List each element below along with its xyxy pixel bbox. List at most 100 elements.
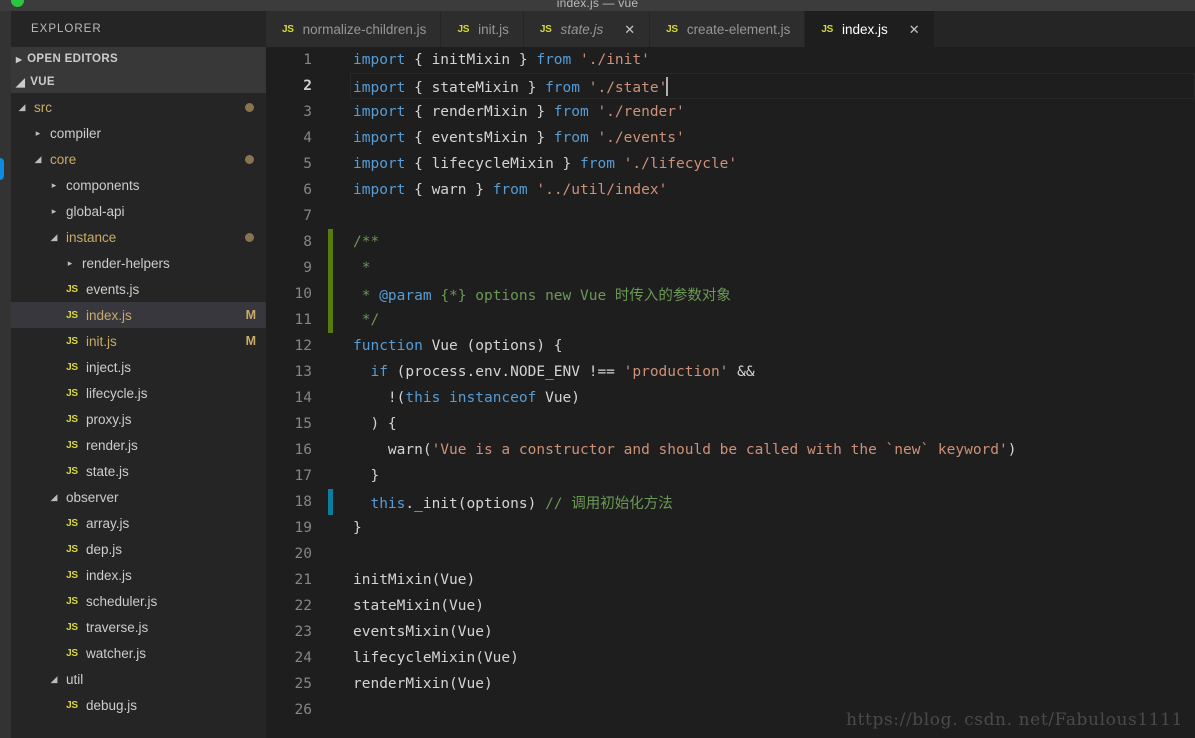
tree-item-array-js[interactable]: JS array.js — [11, 510, 266, 536]
tree-item-index-js[interactable]: JS index.js M — [11, 302, 266, 328]
editor-tab-index-js[interactable]: JS index.js ✕ — [805, 11, 935, 47]
section-label: VUE — [30, 75, 55, 88]
js-file-icon: JS — [66, 335, 78, 347]
close-icon[interactable]: ✕ — [909, 23, 920, 36]
code-line[interactable]: 18 this._init(options) // 调用初始化方法 — [266, 489, 1195, 515]
js-file-icon: JS — [66, 309, 78, 321]
js-file-icon: JS — [66, 543, 78, 555]
code-line[interactable]: 11 */ — [266, 307, 1195, 333]
tree-item-label: render.js — [86, 437, 138, 453]
editor-tab-create-element-js[interactable]: JS create-element.js — [650, 11, 806, 47]
tree-item-core[interactable]: ◢ core — [11, 146, 266, 172]
section-label: OPEN EDITORS — [27, 52, 119, 65]
tree-item-label: index.js — [86, 307, 132, 323]
chevron-right-icon: ▸ — [67, 257, 73, 268]
line-number: 9 — [303, 260, 312, 276]
editor-tab-init-js[interactable]: JS init.js — [441, 11, 524, 47]
code-line[interactable]: 1 import { initMixin } from './init' — [266, 47, 1195, 73]
code-line[interactable]: 19} — [266, 515, 1195, 541]
git-status-badge: M — [245, 308, 256, 322]
tree-item-label: init.js — [86, 333, 117, 349]
tree-item-label: watcher.js — [86, 645, 147, 661]
code-text: initMixin(Vue) — [353, 572, 476, 588]
code-editor[interactable]: 1 import { initMixin } from './init' 2 impo… — [266, 47, 1195, 738]
tree-item-label: core — [50, 151, 77, 167]
tree-item-state-js[interactable]: JS state.js — [11, 458, 266, 484]
code-line[interactable]: 12 function Vue (options) { — [266, 333, 1195, 359]
tree-item-label: dep.js — [86, 541, 123, 557]
tree-item-label: lifecycle.js — [86, 385, 148, 401]
tree-item-global-api[interactable]: ▸ global-api — [11, 198, 266, 224]
code-line[interactable]: 2 import { stateMixin } from './state' — [266, 73, 1195, 99]
js-file-icon: JS — [66, 283, 78, 295]
tree-item-label: render-helpers — [82, 255, 170, 271]
tree-item-util[interactable]: ◢ util — [11, 666, 266, 692]
file-tree: ◢ src ▸ compiler ◢ core ▸ components ▸ global-api… — [11, 93, 266, 738]
code-line[interactable]: 23 eventsMixin(Vue) — [266, 619, 1195, 645]
chevron-right-icon: ▸ — [51, 179, 57, 190]
line-number: 21 — [294, 572, 312, 588]
tree-item-watcher-js[interactable]: JS watcher.js — [11, 640, 266, 666]
tree-item-index-js[interactable]: JS index.js — [11, 562, 266, 588]
chevron-down-icon: ◢ — [16, 76, 26, 89]
tree-item-components[interactable]: ▸ components — [11, 172, 266, 198]
explorer-section-open-editors[interactable]: ▸ OPEN EDITORS — [11, 47, 266, 70]
tree-item-inject-js[interactable]: JS inject.js — [11, 354, 266, 380]
code-line[interactable]: 16 warn('Vue is a constructor and should… — [266, 437, 1195, 463]
git-status-badge: M — [245, 334, 256, 348]
tree-item-label: index.js — [86, 567, 132, 583]
code-line[interactable]: 25 renderMixin(Vue) — [266, 671, 1195, 697]
tree-item-init-js[interactable]: JS init.js M — [11, 328, 266, 354]
code-line[interactable]: 17 } — [266, 463, 1195, 489]
editor-tab-state-js[interactable]: JS state.js ✕ — [523, 11, 651, 47]
tree-item-dep-js[interactable]: JS dep.js — [11, 536, 266, 562]
code-line[interactable]: 6 import { warn } from '../util/index' — [266, 177, 1195, 203]
horizontal-scrollbar[interactable] — [266, 729, 1195, 738]
line-number: 23 — [294, 624, 312, 640]
code-line[interactable]: 24 lifecycleMixin(Vue) — [266, 645, 1195, 671]
tab-label: init.js — [478, 21, 509, 37]
tree-item-lifecycle-js[interactable]: JS lifecycle.js — [11, 380, 266, 406]
tree-item-label: scheduler.js — [86, 593, 158, 609]
code-line[interactable]: 13 if (process.env.NODE_ENV !== 'product… — [266, 359, 1195, 385]
tree-item-traverse-js[interactable]: JS traverse.js — [11, 614, 266, 640]
tab-label: index.js — [842, 21, 888, 37]
tree-item-scheduler-js[interactable]: JS scheduler.js — [11, 588, 266, 614]
tree-item-label: compiler — [50, 125, 102, 141]
tree-item-render-helpers[interactable]: ▸ render-helpers — [11, 250, 266, 276]
code-text: import { eventsMixin } from './events' — [353, 130, 685, 146]
line-number: 14 — [294, 390, 312, 406]
js-file-icon: JS — [66, 413, 78, 425]
tab-label: state.js — [560, 21, 604, 37]
tree-item-src[interactable]: ◢ src — [11, 94, 266, 120]
tree-item-render-js[interactable]: JS render.js — [11, 432, 266, 458]
tree-item-compiler[interactable]: ▸ compiler — [11, 120, 266, 146]
code-line[interactable]: 10 * @param {*} options new Vue 时传入的参数对象 — [266, 281, 1195, 307]
tree-item-instance[interactable]: ◢ instance — [11, 224, 266, 250]
code-line[interactable]: 7 — [266, 203, 1195, 229]
code-line[interactable]: 3 import { renderMixin } from './render' — [266, 99, 1195, 125]
editor-tab-normalize-children-js[interactable]: JS normalize-children.js — [266, 11, 442, 47]
code-line[interactable]: 9 * — [266, 255, 1195, 281]
tree-item-proxy-js[interactable]: JS proxy.js — [11, 406, 266, 432]
code-line[interactable]: 22 stateMixin(Vue) — [266, 593, 1195, 619]
code-line[interactable]: 14 !(this instanceof Vue) — [266, 385, 1195, 411]
code-text: if (process.env.NODE_ENV !== 'production… — [370, 364, 755, 380]
tree-item-debug-js[interactable]: JS debug.js — [11, 692, 266, 718]
code-line[interactable]: 20 — [266, 541, 1195, 567]
chevron-down-icon: ◢ — [50, 231, 58, 242]
code-line[interactable]: 5 import { lifecycleMixin } from './lifec… — [266, 151, 1195, 177]
code-line[interactable]: 15 ) { — [266, 411, 1195, 437]
tree-item-observer[interactable]: ◢ observer — [11, 484, 266, 510]
tree-item-events-js[interactable]: JS events.js — [11, 276, 266, 302]
explorer-section-vue[interactable]: ◢ VUE — [11, 70, 266, 93]
activity-bar-badge-icon[interactable] — [0, 158, 4, 180]
code-line[interactable]: 21 initMixin(Vue) — [266, 567, 1195, 593]
line-number: 6 — [303, 182, 312, 198]
chevron-down-icon: ◢ — [34, 153, 42, 164]
code-line[interactable]: 8 /** — [266, 229, 1195, 255]
code-line[interactable]: 4 import { eventsMixin } from './events' — [266, 125, 1195, 151]
line-number: 20 — [294, 546, 312, 562]
js-file-icon: JS — [66, 647, 78, 659]
close-icon[interactable]: ✕ — [624, 23, 635, 36]
